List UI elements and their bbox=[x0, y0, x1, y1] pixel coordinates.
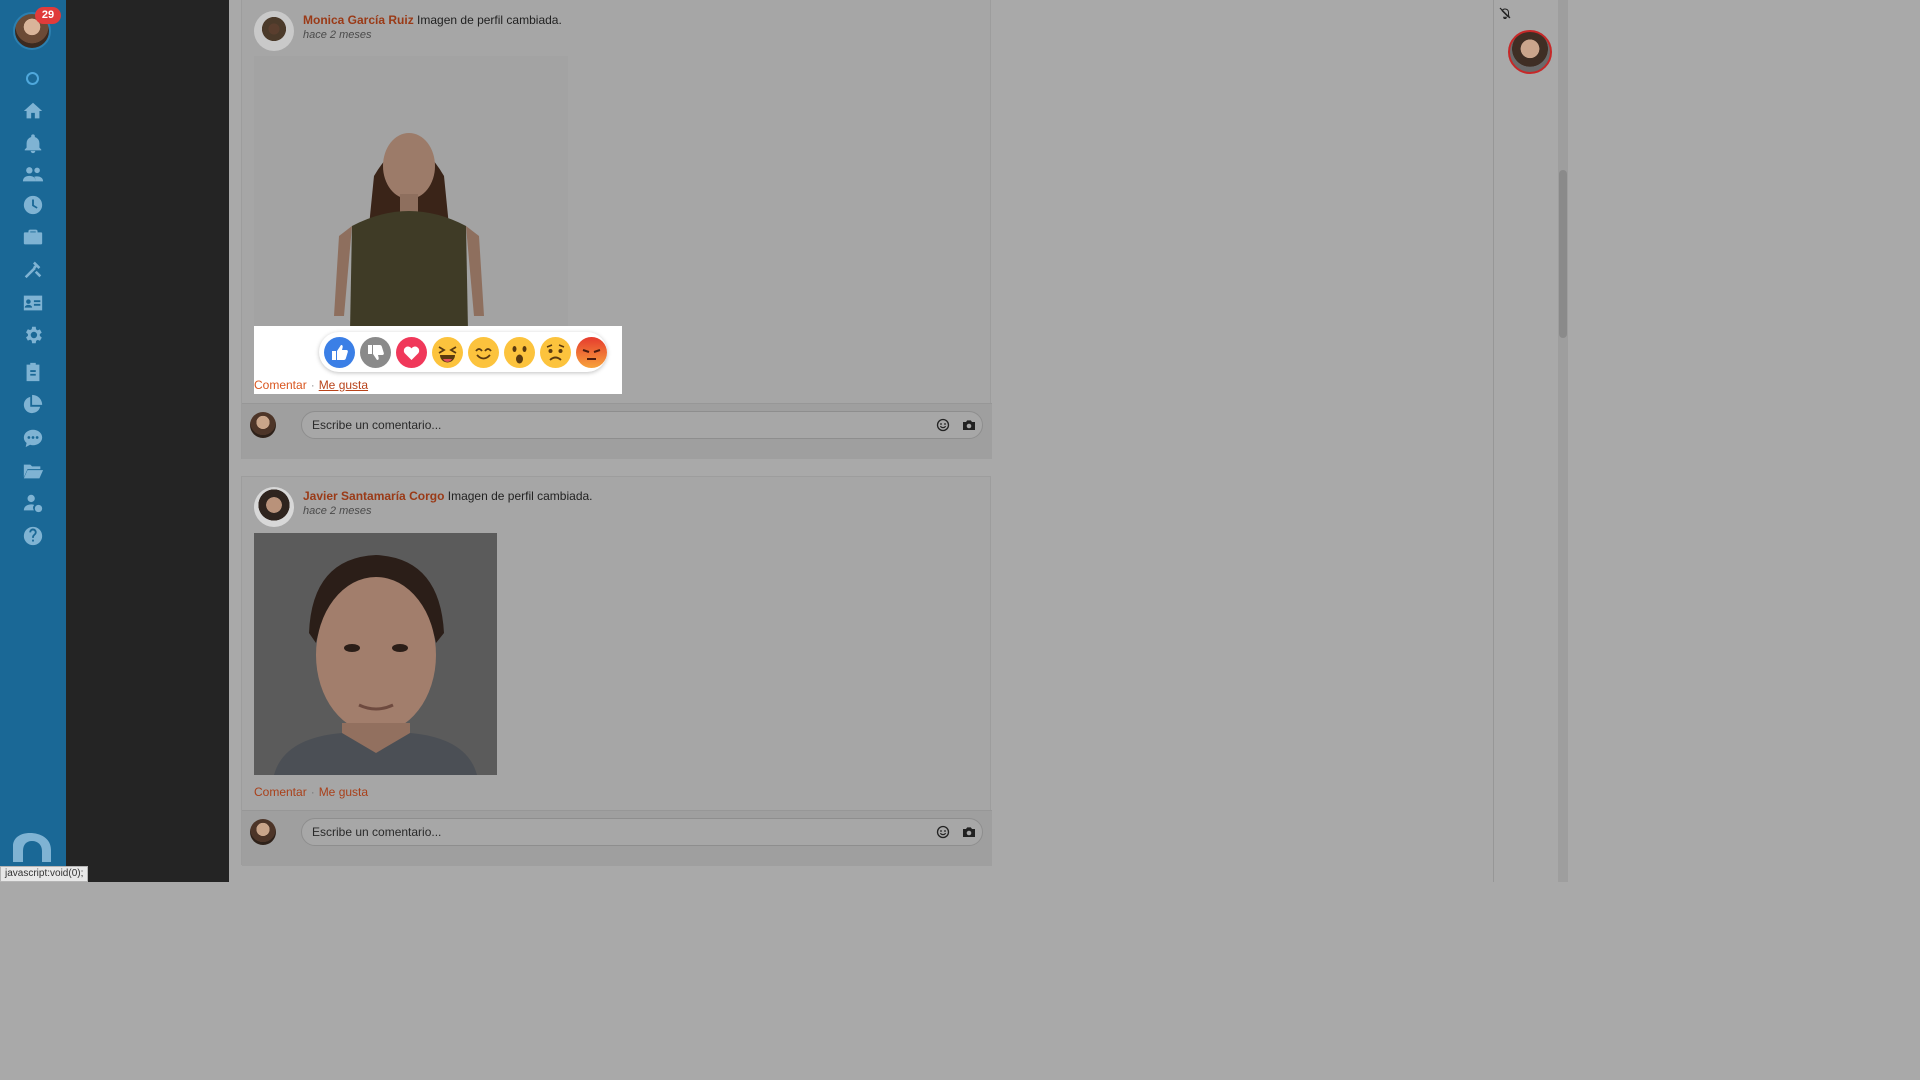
secondary-panel bbox=[66, 0, 229, 882]
reaction-panel: Comentar · Me gusta bbox=[254, 326, 622, 394]
reaction-picker bbox=[319, 332, 607, 372]
emoji-icon[interactable] bbox=[936, 825, 950, 839]
activity-feed: Monica García Ruiz Imagen de perfil camb… bbox=[229, 0, 1493, 882]
scrollbar-thumb[interactable] bbox=[1559, 170, 1567, 338]
angry-reaction-icon[interactable] bbox=[576, 337, 607, 368]
contact-card-icon[interactable] bbox=[20, 290, 45, 315]
notifications-off-icon[interactable] bbox=[1498, 6, 1512, 20]
camera-icon[interactable] bbox=[962, 418, 976, 432]
post-action-text: Imagen de perfil cambiada. bbox=[417, 13, 562, 27]
post-image[interactable] bbox=[254, 533, 497, 775]
contact-avatar[interactable] bbox=[1508, 30, 1552, 74]
haha-reaction-icon[interactable] bbox=[432, 337, 463, 368]
author-name[interactable]: Javier Santamaría Corgo bbox=[303, 489, 444, 503]
clipboard-icon[interactable] bbox=[20, 359, 45, 384]
people-icon[interactable] bbox=[20, 161, 45, 186]
emoji-icon[interactable] bbox=[936, 418, 950, 432]
like-reaction-icon[interactable] bbox=[324, 337, 355, 368]
comment-bar: Escribe un comentario... bbox=[242, 810, 992, 866]
tools-icon[interactable] bbox=[20, 256, 45, 281]
camera-icon[interactable] bbox=[962, 825, 976, 839]
folder-open-icon[interactable] bbox=[20, 458, 45, 483]
comment-bar: Escribe un comentario... bbox=[242, 403, 992, 459]
right-panel bbox=[1493, 0, 1558, 882]
notification-badge: 29 bbox=[35, 7, 61, 24]
post-timestamp: hace 2 meses bbox=[303, 29, 372, 41]
user-billing-icon[interactable] bbox=[20, 490, 45, 515]
briefcase-icon[interactable] bbox=[20, 224, 45, 249]
help-icon[interactable] bbox=[20, 523, 45, 548]
author-name[interactable]: Monica García Ruiz bbox=[303, 13, 414, 27]
comment-link[interactable]: Comentar bbox=[254, 378, 307, 392]
comment-input[interactable]: Escribe un comentario... bbox=[301, 818, 983, 846]
left-sidebar: 29 bbox=[0, 0, 66, 882]
clock-icon[interactable] bbox=[20, 192, 45, 217]
happy-reaction-icon[interactable] bbox=[468, 337, 499, 368]
bell-icon[interactable] bbox=[20, 131, 45, 156]
status-bar-url: javascript:void(0); bbox=[0, 866, 89, 882]
author-avatar[interactable] bbox=[254, 11, 294, 51]
post-timestamp: hace 2 meses bbox=[303, 505, 372, 517]
current-user-avatar bbox=[250, 412, 276, 438]
home-icon[interactable] bbox=[20, 98, 45, 123]
post-image[interactable] bbox=[254, 56, 568, 331]
author-avatar[interactable] bbox=[254, 487, 294, 527]
app-logo[interactable] bbox=[11, 832, 53, 862]
post-action-text: Imagen de perfil cambiada. bbox=[447, 489, 593, 503]
like-link[interactable]: Me gusta bbox=[319, 378, 368, 392]
scrollbar[interactable] bbox=[1558, 0, 1568, 882]
feed-post: Javier Santamaría Corgo Imagen de perfil… bbox=[241, 476, 992, 866]
gear-icon[interactable] bbox=[20, 322, 45, 347]
like-link[interactable]: Me gusta bbox=[319, 785, 368, 799]
wow-reaction-icon[interactable] bbox=[504, 337, 535, 368]
comment-input[interactable]: Escribe un comentario... bbox=[301, 411, 983, 439]
pie-chart-icon[interactable] bbox=[20, 391, 45, 416]
status-icon[interactable] bbox=[26, 72, 39, 85]
dislike-reaction-icon[interactable] bbox=[360, 337, 391, 368]
sad-reaction-icon[interactable] bbox=[540, 337, 571, 368]
comment-link[interactable]: Comentar bbox=[254, 785, 307, 799]
chat-icon[interactable] bbox=[20, 425, 45, 450]
love-reaction-icon[interactable] bbox=[396, 337, 427, 368]
current-user-avatar bbox=[250, 819, 276, 845]
